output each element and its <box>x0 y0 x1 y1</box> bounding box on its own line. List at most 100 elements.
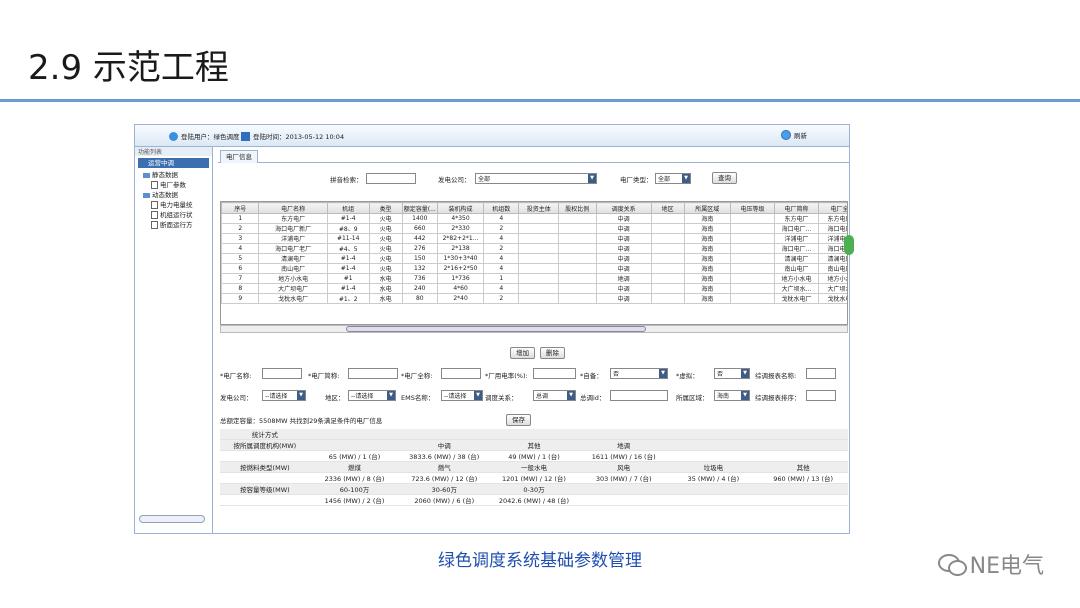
company-label: 发电公司： <box>438 176 471 184</box>
table-row[interactable]: 2海口电厂新厂#8、9火电6602*3302中调海南海口电厂...海口电厂 <box>221 223 847 234</box>
table-cell: 7 <box>221 273 260 284</box>
grid-column-header[interactable]: 投资主体 <box>518 202 560 214</box>
dispatch-id-input[interactable] <box>610 390 668 401</box>
search-row: 拼音检索： 发电公司： 全部 ▼ 电厂类型： 全部 ▼ 查询 <box>218 169 849 191</box>
table-cell: 海口电厂... <box>773 243 820 254</box>
table-cell: 4*350 <box>436 213 485 224</box>
table-cell: 地方小水电 <box>258 273 328 284</box>
table-cell: 火电 <box>368 213 403 224</box>
report-order-input[interactable] <box>806 390 836 401</box>
report-name-input[interactable] <box>806 368 836 379</box>
stat-cell <box>220 472 310 484</box>
login-user: 登陆用户：绿色调度 <box>169 131 240 141</box>
grid-column-header[interactable]: 装机构成 <box>436 202 485 214</box>
tree-group-dynamic[interactable]: 动态数据 <box>135 190 212 200</box>
ems-label: EMS名称： <box>401 394 435 402</box>
table-cell: 清澜电厂 <box>258 253 328 264</box>
table-cell: 132 <box>401 263 438 274</box>
table-cell: #1、2 <box>326 293 370 304</box>
table-row[interactable]: 8大广坝电厂#1-4水电2404*604 中调 海南 大广坝水...大广坝水 <box>221 283 847 294</box>
grid-column-header[interactable]: 电压等级 <box>729 202 775 214</box>
query-button[interactable]: 查询 <box>712 172 737 184</box>
dispatch-select[interactable]: 总调 ▼ <box>533 390 576 401</box>
ems-select[interactable]: --请选择 ▼ <box>441 390 483 401</box>
plant-short-input[interactable] <box>348 368 398 379</box>
area-select[interactable]: 海南 ▼ <box>714 390 750 401</box>
stat-cell: 中调 <box>399 439 490 451</box>
table-cell: 火电 <box>368 223 403 234</box>
table-row[interactable]: 3洋浦电厂#11-14火电4422*82+2*1...4中调海南洋浦电厂洋浦电厂 <box>221 233 847 244</box>
table-cell <box>729 293 775 304</box>
grid-column-header[interactable]: 电厂全 <box>818 202 847 214</box>
table-cell <box>729 233 775 244</box>
table-row[interactable]: 6南山电厂#1-4火电1322*16+2*504中调海南南山电厂南山电厂 <box>221 263 847 274</box>
grid-column-header[interactable]: 所属区域 <box>683 202 731 214</box>
table-cell: 海口电厂... <box>773 223 820 234</box>
grid-column-header[interactable]: 调度关系 <box>595 202 652 214</box>
type-select[interactable]: 全部 ▼ <box>655 173 691 184</box>
pinyin-label: 拼音检索： <box>330 176 363 184</box>
stat-cell: 723.6 (MW) / 12 (台) <box>399 472 490 484</box>
grid-column-header[interactable]: 序号 <box>221 202 260 214</box>
form-company-select[interactable]: --请选择 ▼ <box>262 390 306 401</box>
stat-cell: 49 (MW) / 1 (台) <box>489 450 579 462</box>
plant-full-input[interactable] <box>441 368 481 379</box>
sidebar-home[interactable]: 运营中调 <box>138 158 209 168</box>
tab-plant-info[interactable]: 电厂信息 <box>220 150 258 163</box>
region-select[interactable]: --请选择 ▼ <box>348 390 396 401</box>
tree-item-unit-status[interactable]: 机组运行状 <box>135 210 212 220</box>
tree-group-static[interactable]: 静态数据 <box>135 170 212 180</box>
virtual-label: *虚拟： <box>676 372 699 380</box>
grid-column-header[interactable]: 股权比例 <box>558 202 597 214</box>
plant-name-input[interactable] <box>262 368 302 379</box>
grid-column-header[interactable]: 额定容量(... <box>401 202 438 214</box>
grid-column-header[interactable]: 地区 <box>650 202 685 214</box>
sidebar: 功能列表 运营中调 静态数据 电厂参数 动态数据 电力电量统 机组运行状 断面运… <box>135 147 213 533</box>
stat-cell <box>220 494 310 506</box>
table-cell: 火电 <box>368 263 403 274</box>
grid-column-header[interactable]: 电厂简称 <box>773 202 820 214</box>
virtual-select[interactable]: 否 ▼ <box>714 368 750 379</box>
table-row[interactable]: 4海口电厂老厂#4、5火电2762*1382中调海南海口电厂...海口电厂 <box>221 243 847 254</box>
table-row[interactable]: 1东方电厂#1-4火电14004*3504中调海南东方电厂东方电厂 <box>221 213 847 224</box>
self-owned-select[interactable]: 否 ▼ <box>610 368 668 379</box>
grid-column-header[interactable]: 机组 <box>326 202 370 214</box>
table-cell: 1 <box>221 213 260 224</box>
table-cell: 4 <box>483 263 520 274</box>
pinyin-input[interactable] <box>366 173 416 184</box>
table-cell: 2 <box>483 293 520 304</box>
sidebar-scrollbar[interactable] <box>139 515 205 523</box>
table-cell: 1*736 <box>436 273 485 284</box>
table-cell <box>729 243 775 254</box>
table-cell: 9 <box>221 293 260 304</box>
table-cell <box>650 233 685 244</box>
save-button[interactable]: 保存 <box>506 414 531 426</box>
chevron-down-icon: ▼ <box>588 174 596 183</box>
tree-item-plant-params[interactable]: 电厂参数 <box>135 180 212 190</box>
table-row[interactable]: 7地方小水电#1水电7361*7361地调海南地方小水电地方小水 <box>221 273 847 284</box>
table-row[interactable]: 9戈枕水电厂#1、2水电802*402中调海南戈枕水电厂戈枕水电 <box>221 293 847 304</box>
table-cell: 4 <box>483 253 520 264</box>
grid-column-header[interactable]: 类型 <box>368 202 403 214</box>
table-row[interactable]: 5清澜电厂#1-4火电1501*30+3*404中调海南清澜电厂清澜电厂 <box>221 253 847 264</box>
grid-column-header[interactable]: 机组数 <box>483 202 520 214</box>
refresh-button[interactable]: 刷新 <box>781 130 807 140</box>
grid-column-header[interactable]: 电厂名称 <box>258 202 328 214</box>
stat-cell <box>758 483 848 495</box>
grid-header-row: 序号 电厂名称 机组 类型 额定容量(... 装机构成 机组数 投资主体 股权比例 调度关系 地区所… <box>221 202 847 214</box>
scroll-thumb[interactable] <box>346 326 646 332</box>
add-button[interactable]: 增加 <box>510 347 535 359</box>
company-select[interactable]: 全部 ▼ <box>475 173 597 184</box>
table-cell: 2 <box>221 223 260 234</box>
stat-cell <box>758 450 848 462</box>
table-cell: 海南 <box>683 293 731 304</box>
side-expand-handle[interactable] <box>844 235 854 255</box>
delete-button[interactable]: 删除 <box>540 347 565 359</box>
stat-cell: 燃气 <box>399 461 490 473</box>
tree-item-section-mode[interactable]: 断面运行方 <box>135 220 212 230</box>
grid-horizontal-scrollbar[interactable] <box>220 325 848 333</box>
usage-rate-input[interactable] <box>533 368 576 379</box>
table-cell: 中调 <box>595 253 652 264</box>
top-bar: 登陆用户：绿色调度 登陆时间：2013-05-12 10:04 刷新 <box>135 125 849 147</box>
tree-item-energy-stats[interactable]: 电力电量统 <box>135 200 212 210</box>
